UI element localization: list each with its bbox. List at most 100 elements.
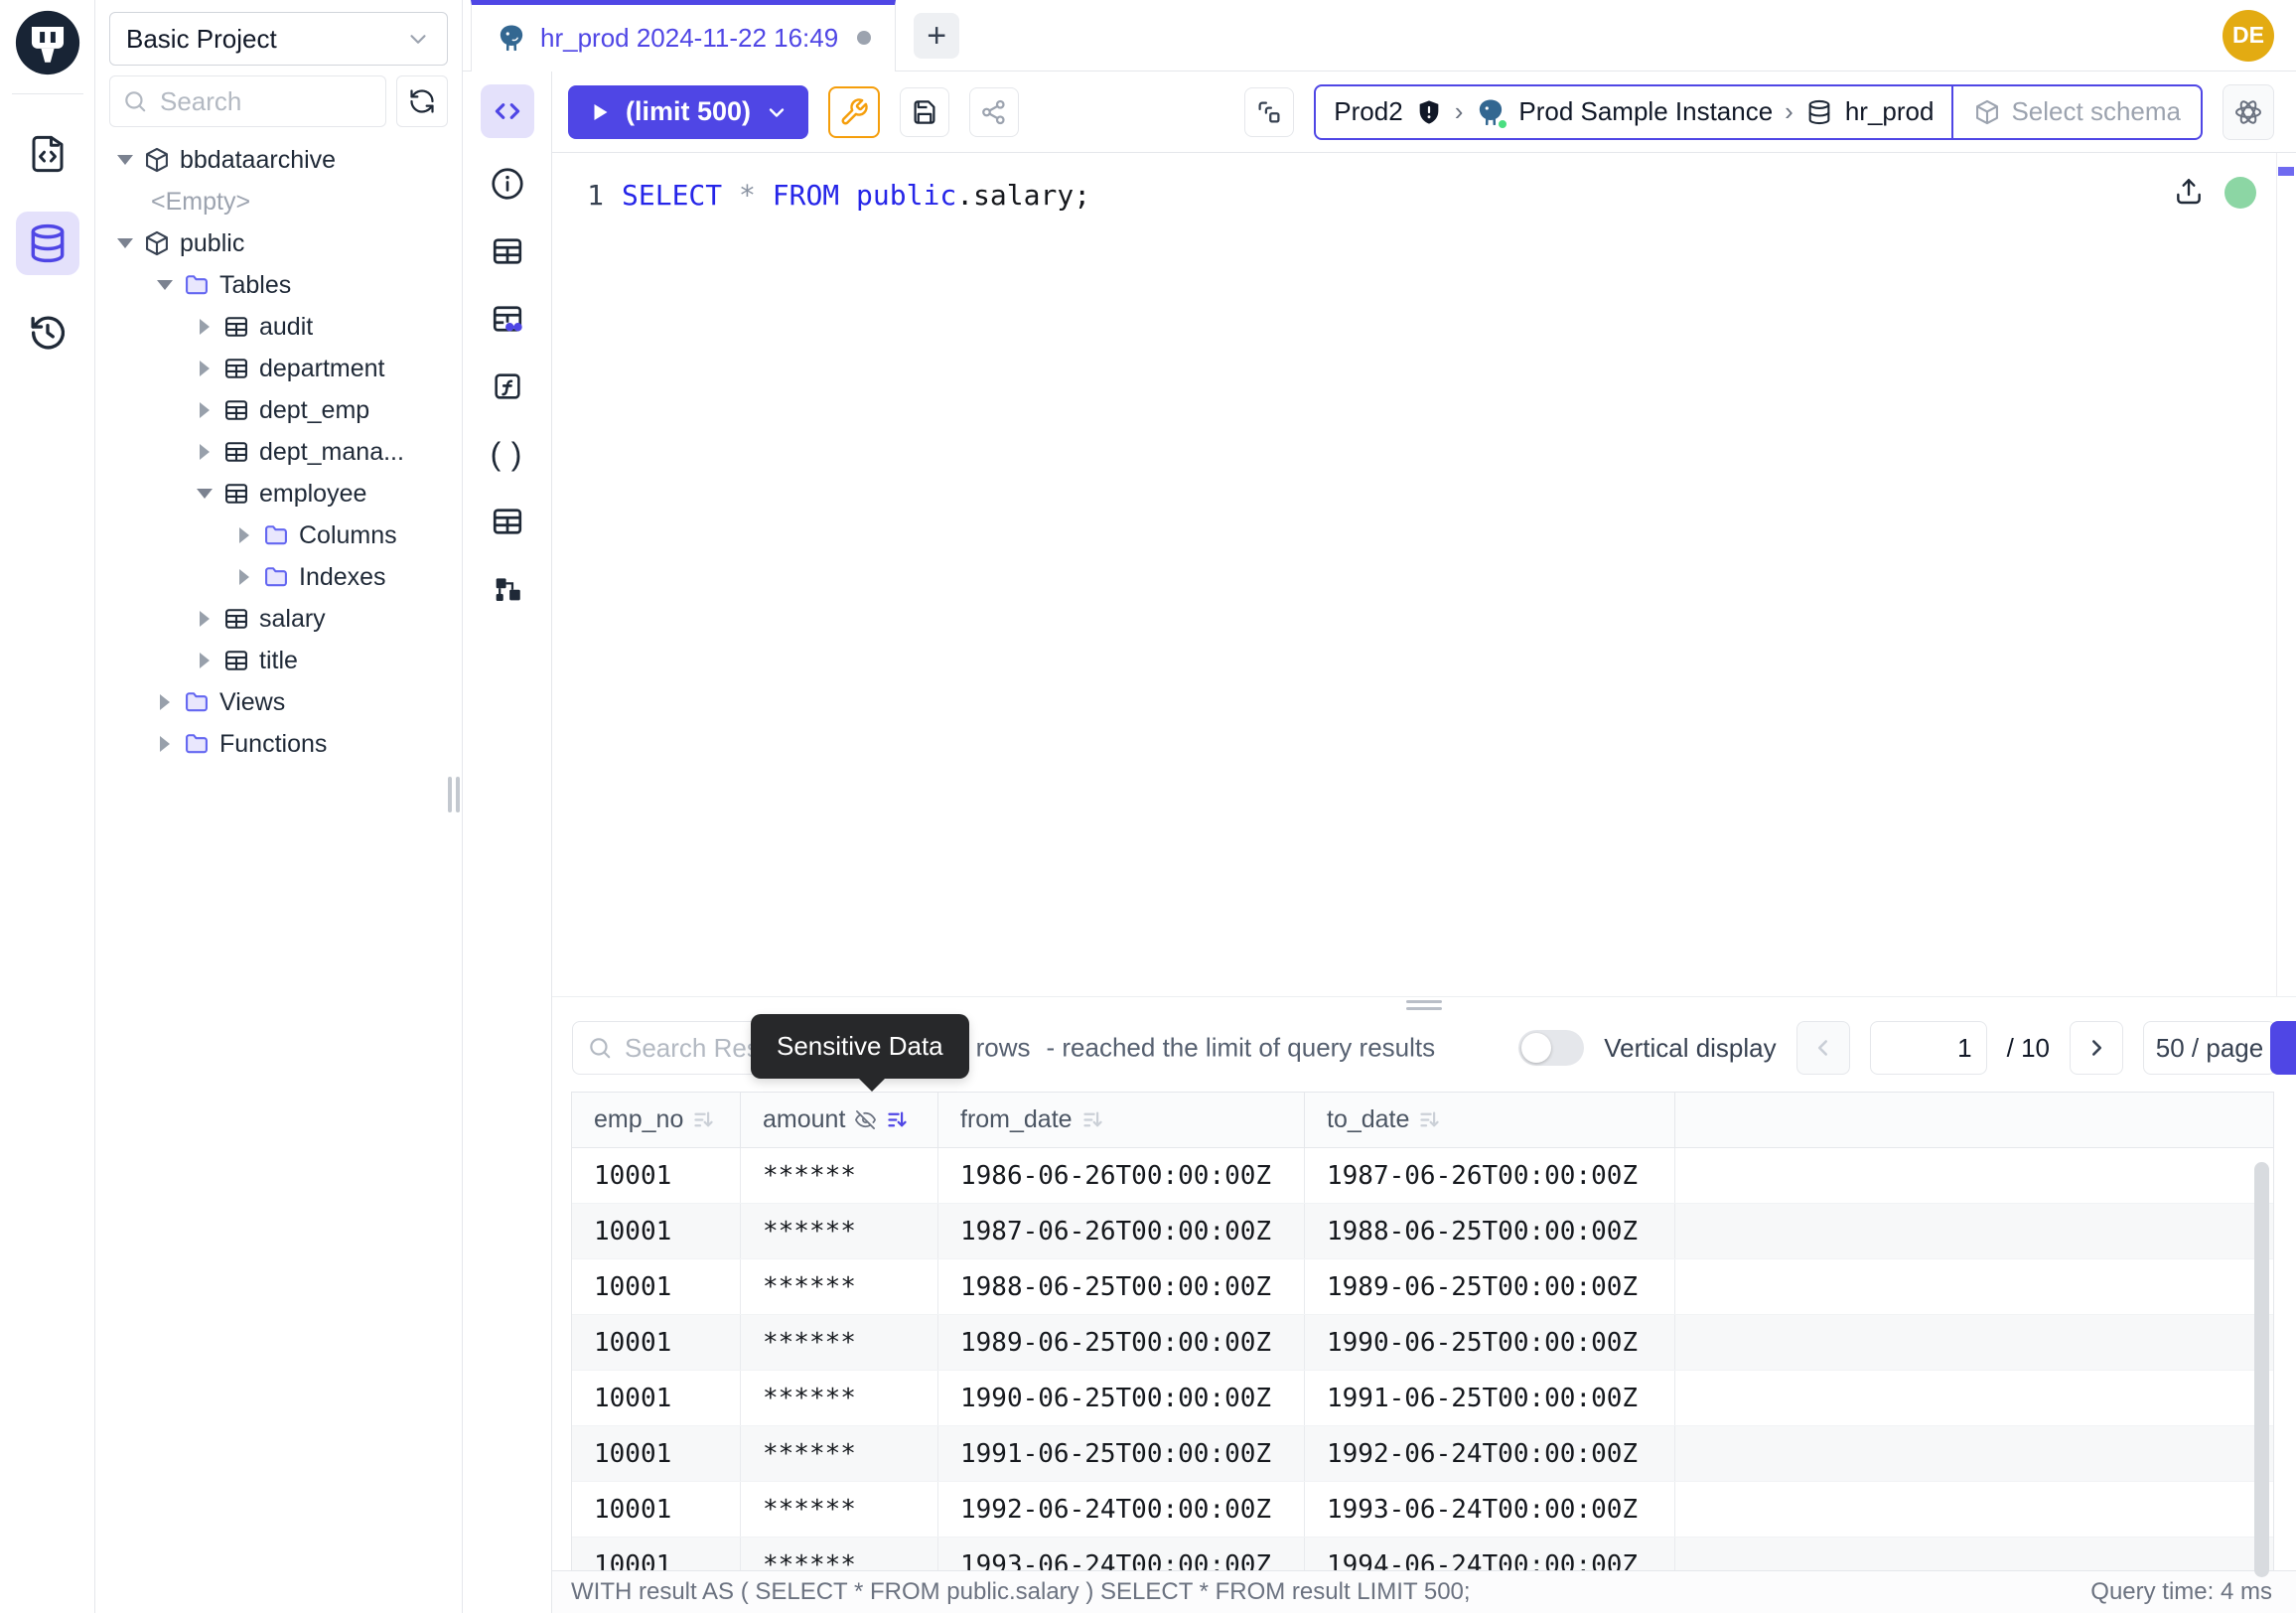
column-header-amount[interactable]: amount (741, 1093, 938, 1147)
sort-icon[interactable] (692, 1108, 715, 1131)
tree-item-department[interactable]: department (95, 348, 462, 389)
vertical-display-toggle[interactable] (1518, 1030, 1584, 1066)
table-cell[interactable]: 1993-06-24T00:00:00Z (938, 1538, 1305, 1570)
tree-item-indexes[interactable]: Indexes (95, 556, 462, 598)
tables-panel-button[interactable] (486, 229, 529, 273)
table-cell[interactable]: 10001 (572, 1315, 741, 1370)
upload-sql-icon[interactable] (2173, 175, 2205, 207)
connection-breadcrumb[interactable]: Prod2 › Prod Sample Instance › hr_prod (1314, 84, 2203, 140)
caret-right-icon[interactable] (239, 569, 249, 585)
run-query-button[interactable]: (limit 500) (568, 85, 808, 139)
save-sheet-button[interactable] (900, 87, 949, 137)
table-cell[interactable]: ****** (741, 1315, 938, 1370)
column-header-emp_no[interactable]: emp_no (572, 1093, 741, 1147)
table-cell[interactable]: 1989-06-25T00:00:00Z (938, 1315, 1305, 1370)
table-cell[interactable]: ****** (741, 1259, 938, 1314)
info-panel-button[interactable] (486, 162, 529, 206)
tree-item-public[interactable]: public (95, 222, 462, 264)
external-tables-panel-button[interactable] (486, 297, 529, 341)
table-cell[interactable]: ****** (741, 1204, 938, 1258)
table-cell[interactable]: ****** (741, 1538, 938, 1570)
table-cell[interactable]: 1991-06-25T00:00:00Z (938, 1426, 1305, 1481)
table-cell[interactable]: 1991-06-25T00:00:00Z (1305, 1371, 1675, 1425)
table-cell[interactable]: 1987-06-26T00:00:00Z (1305, 1148, 1675, 1203)
table-cell[interactable]: 1992-06-24T00:00:00Z (1305, 1426, 1675, 1481)
rail-worksheet-button[interactable] (16, 122, 79, 186)
results-resize-handle[interactable] (552, 996, 2296, 1012)
tree-item-dept-mana[interactable]: dept_mana... (95, 431, 462, 473)
table-cell[interactable]: 1990-06-25T00:00:00Z (1305, 1315, 1675, 1370)
caret-right-icon[interactable] (160, 736, 170, 752)
caret-down-icon[interactable] (117, 238, 133, 248)
table-cell[interactable]: 10001 (572, 1204, 741, 1258)
table-cell[interactable]: ****** (741, 1482, 938, 1537)
procedures-panel-button[interactable]: ( ) (486, 432, 529, 476)
new-tab-button[interactable]: + (914, 13, 959, 59)
sidebar-resize-handle[interactable] (448, 777, 460, 812)
connection-path[interactable]: Prod2 › Prod Sample Instance › hr_prod (1316, 86, 1951, 138)
tree-item-salary[interactable]: salary (95, 598, 462, 640)
export-results-button[interactable] (2270, 1021, 2296, 1075)
table-cell[interactable]: 1986-06-26T00:00:00Z (938, 1148, 1305, 1203)
caret-right-icon[interactable] (200, 319, 210, 335)
ai-assistant-button[interactable] (2223, 84, 2274, 140)
table-cell[interactable]: 1989-06-25T00:00:00Z (1305, 1259, 1675, 1314)
table-cell[interactable]: 1988-06-25T00:00:00Z (938, 1259, 1305, 1314)
chevron-down-icon[interactable] (765, 100, 789, 124)
caret-right-icon[interactable] (239, 527, 249, 543)
caret-right-icon[interactable] (160, 694, 170, 710)
sort-icon[interactable] (1081, 1108, 1104, 1131)
editor-overview-ruler[interactable] (2276, 153, 2296, 996)
caret-right-icon[interactable] (200, 361, 210, 376)
caret-down-icon[interactable] (197, 489, 213, 499)
sidebar-search-input[interactable] (158, 85, 373, 118)
sidebar-search-box[interactable] (109, 75, 386, 127)
tree-item-functions[interactable]: Functions (95, 723, 462, 765)
tree-item-views[interactable]: Views (95, 681, 462, 723)
tree-item-dept-emp[interactable]: dept_emp (95, 389, 462, 431)
tree-item-columns[interactable]: Columns (95, 514, 462, 556)
caret-right-icon[interactable] (200, 653, 210, 668)
tab-hr-prod[interactable]: hr_prod 2024-11-22 16:49 (471, 0, 896, 72)
sort-icon[interactable] (1418, 1108, 1441, 1131)
connection-button[interactable] (1244, 87, 1294, 137)
sort-icon[interactable] (886, 1108, 909, 1131)
rail-database-button[interactable] (16, 212, 79, 275)
caret-down-icon[interactable] (157, 280, 173, 290)
rail-history-button[interactable] (16, 301, 79, 365)
table-cell[interactable]: ****** (741, 1426, 938, 1481)
page-number-input[interactable]: 1 (1870, 1021, 1987, 1075)
page-size-select[interactable]: 50 / page (2143, 1021, 2276, 1075)
caret-right-icon[interactable] (200, 611, 210, 627)
column-header-from_date[interactable]: from_date (938, 1093, 1305, 1147)
tree-item-tables[interactable]: Tables (95, 264, 462, 306)
tree-item-empty[interactable]: <Empty> (95, 181, 462, 222)
table-cell[interactable]: 1987-06-26T00:00:00Z (938, 1204, 1305, 1258)
select-schema-button[interactable]: Select schema (1951, 86, 2201, 138)
refresh-schema-button[interactable] (396, 75, 448, 127)
table-cell[interactable]: 10001 (572, 1482, 741, 1537)
user-avatar[interactable]: DE (2223, 10, 2274, 62)
tree-item-employee[interactable]: employee (95, 473, 462, 514)
views-panel-button[interactable] (486, 500, 529, 543)
tree-item-audit[interactable]: audit (95, 306, 462, 348)
functions-panel-button[interactable] (486, 365, 529, 408)
caret-right-icon[interactable] (200, 444, 210, 460)
bytebase-logo[interactable] (13, 8, 82, 77)
table-cell[interactable]: 10001 (572, 1371, 741, 1425)
caret-right-icon[interactable] (200, 402, 210, 418)
tree-item-bbdataarchive[interactable]: bbdataarchive (95, 139, 462, 181)
table-cell[interactable]: ****** (741, 1371, 938, 1425)
schema-diagram-button[interactable] (486, 567, 529, 611)
prev-page-button[interactable] (1796, 1021, 1850, 1075)
format-sql-button[interactable] (828, 86, 880, 138)
table-cell[interactable]: 1990-06-25T00:00:00Z (938, 1371, 1305, 1425)
table-cell[interactable]: 10001 (572, 1426, 741, 1481)
table-cell[interactable]: 1992-06-24T00:00:00Z (938, 1482, 1305, 1537)
sql-editor[interactable]: 1 SELECT * FROM public.salary; (552, 153, 2296, 996)
table-cell[interactable]: 1988-06-25T00:00:00Z (1305, 1204, 1675, 1258)
table-cell[interactable]: 1993-06-24T00:00:00Z (1305, 1482, 1675, 1537)
code-view-toggle[interactable] (481, 84, 534, 138)
table-cell[interactable]: 10001 (572, 1259, 741, 1314)
next-page-button[interactable] (2070, 1021, 2123, 1075)
